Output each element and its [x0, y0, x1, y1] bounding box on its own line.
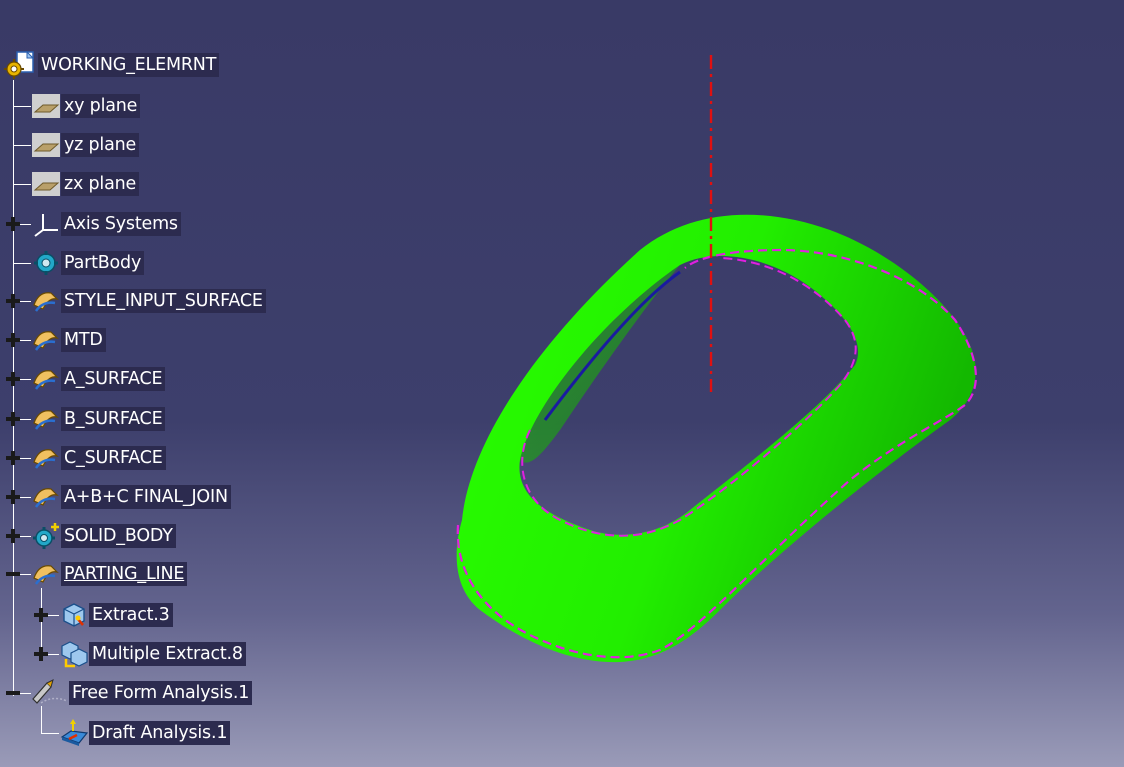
expand-plus-icon[interactable]	[6, 372, 20, 386]
tree-item-label: A+B+C FINAL_JOIN	[61, 485, 231, 509]
tree-connector	[20, 497, 31, 498]
expand-plus-icon[interactable]	[34, 647, 48, 661]
expand-plus-icon[interactable]	[6, 294, 20, 308]
part-icon	[2, 50, 38, 79]
geometrical-set-icon	[31, 287, 61, 315]
expand-plus-icon[interactable]	[6, 529, 20, 543]
tree-connector	[48, 615, 59, 616]
tree-connector	[20, 379, 31, 380]
geometrical-set-icon	[31, 326, 61, 354]
tree-item-label: A_SURFACE	[61, 367, 166, 391]
tree-branch-line	[41, 706, 42, 734]
geometrical-set-icon	[31, 444, 61, 472]
body-gear-plus-icon	[31, 522, 61, 550]
collapse-minus-icon[interactable]	[6, 686, 20, 700]
tree-item-mtd[interactable]: MTD	[31, 327, 106, 353]
tree-connector	[20, 693, 31, 694]
tree-root[interactable]: WORKING_ELEMRNT	[2, 50, 220, 79]
tree-item-label: PartBody	[61, 251, 145, 275]
expand-plus-icon[interactable]	[6, 333, 20, 347]
multiple-extract-icon	[59, 640, 89, 668]
part-model[interactable]	[456, 55, 977, 663]
tree-item-xy-plane[interactable]: xy plane	[31, 92, 141, 120]
tree-connector	[20, 224, 31, 225]
tree-item-free-form-analysis-1[interactable]: Free Form Analysis.1	[31, 679, 253, 707]
tree-item-label: B_SURFACE	[61, 407, 166, 431]
tree-item-multiple-extract-8[interactable]: Multiple Extract.8	[59, 640, 246, 668]
expand-plus-icon[interactable]	[6, 490, 20, 504]
tree-item-label: Extract.3	[89, 603, 173, 627]
expand-plus-icon[interactable]	[6, 451, 20, 465]
tree-connector	[20, 301, 31, 302]
tree-item-label: Free Form Analysis.1	[69, 681, 253, 705]
tree-item-parting-line[interactable]: PARTING_LINE	[31, 560, 188, 588]
tree-item-label: zx plane	[61, 172, 140, 196]
tree-item-label: STYLE_INPUT_SURFACE	[61, 289, 266, 313]
tree-item-final-join[interactable]: A+B+C FINAL_JOIN	[31, 484, 231, 510]
tree-item-yz-plane[interactable]: yz plane	[31, 131, 140, 159]
tree-connector	[13, 263, 31, 264]
tree-item-draft-analysis-1[interactable]: Draft Analysis.1	[59, 719, 231, 747]
tree-item-style-input-surface[interactable]: STYLE_INPUT_SURFACE	[31, 288, 266, 314]
tree-connector	[13, 106, 31, 107]
tree-connector	[48, 654, 59, 655]
plane-icon	[31, 170, 61, 198]
body-gear-icon	[31, 249, 61, 277]
tree-connector	[20, 419, 31, 420]
geometrical-set-icon	[31, 560, 61, 588]
tree-trunk-line	[13, 80, 14, 696]
expand-plus-icon[interactable]	[6, 217, 20, 231]
tree-item-b-surface[interactable]: B_SURFACE	[31, 405, 166, 433]
collapse-minus-icon[interactable]	[6, 567, 20, 581]
free-form-analysis-icon	[31, 679, 69, 707]
extract-icon	[59, 601, 89, 629]
plane-icon	[31, 92, 61, 120]
tree-item-c-surface[interactable]: C_SURFACE	[31, 445, 166, 471]
draft-analysis-icon	[59, 719, 89, 747]
expand-plus-icon[interactable]	[34, 608, 48, 622]
plane-icon	[31, 131, 61, 159]
axis-system-icon	[31, 210, 61, 238]
tree-connector	[20, 458, 31, 459]
tree-connector	[13, 184, 31, 185]
tree-item-a-surface[interactable]: A_SURFACE	[31, 365, 166, 393]
tree-item-zx-plane[interactable]: zx plane	[31, 170, 140, 198]
tree-connector	[13, 145, 31, 146]
tree-item-label: xy plane	[61, 94, 141, 118]
geometrical-set-icon	[31, 365, 61, 393]
specification-tree: WORKING_ELEMRNT xy plane yz plane zx pla…	[0, 0, 420, 767]
expand-plus-icon[interactable]	[6, 412, 20, 426]
tree-item-label: SOLID_BODY	[61, 524, 176, 548]
tree-item-label: Axis Systems	[61, 212, 181, 236]
geometrical-set-icon	[31, 405, 61, 433]
tree-item-label: C_SURFACE	[61, 446, 166, 470]
tree-item-axis-systems[interactable]: Axis Systems	[31, 211, 181, 237]
tree-item-partbody[interactable]: PartBody	[31, 249, 145, 277]
tree-root-label: WORKING_ELEMRNT	[38, 53, 220, 77]
tree-item-label: yz plane	[61, 133, 140, 157]
geometrical-set-icon	[31, 483, 61, 511]
tree-branch-line	[41, 588, 42, 656]
tree-item-solid-body[interactable]: SOLID_BODY	[31, 523, 176, 549]
tree-item-label: Draft Analysis.1	[89, 721, 231, 745]
tree-connector	[41, 733, 59, 734]
tree-connector	[20, 536, 31, 537]
tree-connector	[20, 574, 31, 575]
tree-item-extract-3[interactable]: Extract.3	[59, 602, 173, 628]
tree-item-label: PARTING_LINE	[61, 562, 188, 586]
tree-item-label: MTD	[61, 328, 106, 352]
tree-connector	[20, 340, 31, 341]
tree-item-label: Multiple Extract.8	[89, 642, 246, 666]
